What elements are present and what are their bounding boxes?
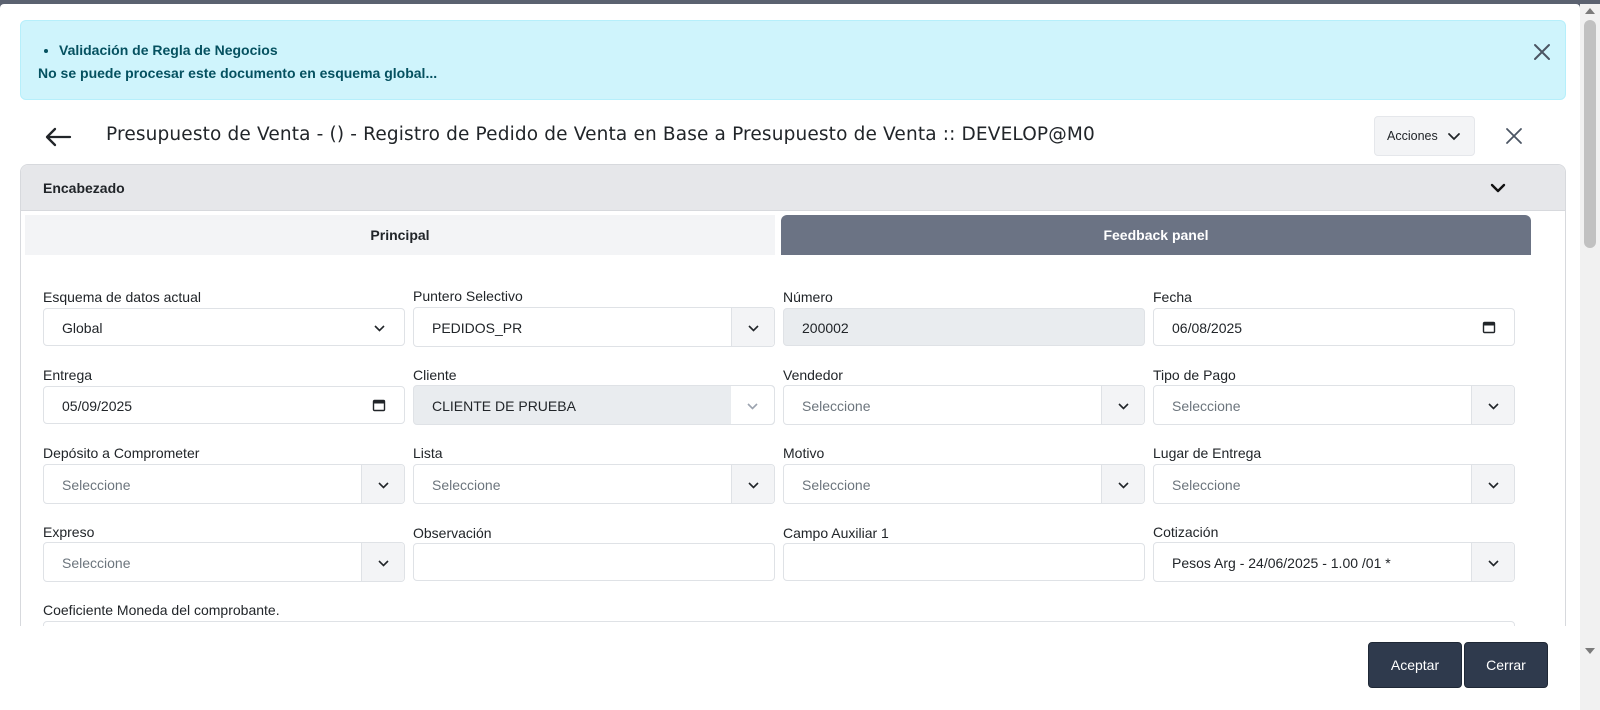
- motivo-label: Motivo: [783, 445, 825, 461]
- cotizacion-value: Pesos Arg - 24/06/2025 - 1.00 /01 *: [1172, 555, 1391, 571]
- calendar-icon[interactable]: [1482, 320, 1496, 334]
- cliente-label: Cliente: [413, 367, 457, 383]
- vendedor-label: Vendedor: [783, 367, 843, 383]
- puntero-value: PEDIDOS_PR: [432, 320, 523, 336]
- page-title: Presupuesto de Venta - () - Registro de …: [106, 124, 1095, 145]
- vendedor-select[interactable]: Seleccione: [783, 385, 1145, 425]
- lugar-entrega-dropdown-toggle[interactable]: [1471, 465, 1514, 503]
- alert-close-icon[interactable]: [1531, 41, 1553, 63]
- numero-value: 200002: [802, 320, 849, 336]
- close-button[interactable]: Cerrar: [1464, 642, 1548, 688]
- campo-auxiliar-label: Campo Auxiliar 1: [783, 525, 889, 541]
- title-row: Presupuesto de Venta - () - Registro de …: [20, 112, 1566, 160]
- back-arrow-icon[interactable]: [44, 126, 74, 148]
- actions-label: Acciones: [1387, 129, 1438, 143]
- close-icon[interactable]: [1504, 126, 1524, 146]
- entrega-label: Entrega: [43, 367, 93, 383]
- lista-placeholder: Seleccione: [432, 477, 501, 493]
- alert-list: Validación de Regla de Negocios: [59, 42, 278, 58]
- chevron-down-icon: [1488, 403, 1499, 410]
- expreso-label: Expreso: [43, 524, 95, 540]
- chevron-down-icon: [1448, 133, 1460, 141]
- puntero-label: Puntero Selectivo: [413, 288, 523, 304]
- validation-alert: Validación de Regla de Negocios No se pu…: [20, 20, 1566, 100]
- cliente-dropdown-toggle[interactable]: [731, 386, 774, 424]
- chevron-down-icon: [748, 325, 759, 332]
- vendedor-dropdown-toggle[interactable]: [1101, 386, 1144, 424]
- numero-input[interactable]: 200002: [783, 308, 1145, 346]
- tipo-pago-select[interactable]: Seleccione: [1153, 385, 1515, 425]
- numero-label: Número: [783, 289, 833, 305]
- actions-dropdown-button[interactable]: Acciones: [1374, 116, 1475, 156]
- expreso-dropdown-toggle[interactable]: [361, 543, 404, 581]
- motivo-dropdown-toggle[interactable]: [1101, 465, 1144, 503]
- chevron-down-icon: [1118, 482, 1129, 489]
- cliente-value: CLIENTE DE PRUEBA: [432, 398, 576, 414]
- fecha-label: Fecha: [1153, 289, 1192, 305]
- tab-feedback-panel[interactable]: Feedback panel: [781, 215, 1531, 255]
- deposito-placeholder: Seleccione: [62, 477, 131, 493]
- accept-button[interactable]: Aceptar: [1368, 642, 1462, 688]
- entrega-date-input[interactable]: 05/09/2025: [43, 386, 405, 424]
- fecha-value: 06/08/2025: [1172, 320, 1243, 336]
- motivo-placeholder: Seleccione: [802, 477, 871, 493]
- esquema-value: Global: [62, 320, 103, 336]
- entrega-value: 05/09/2025: [62, 398, 133, 414]
- chevron-down-icon: [748, 482, 759, 489]
- tipo-pago-dropdown-toggle[interactable]: [1471, 386, 1514, 424]
- chevron-down-icon: [747, 403, 758, 410]
- alert-bullet: Validación de Regla de Negocios: [59, 42, 278, 58]
- deposito-select[interactable]: Seleccione: [43, 464, 405, 504]
- chevron-down-icon: [1488, 482, 1499, 489]
- motivo-select[interactable]: Seleccione: [783, 464, 1145, 504]
- lista-dropdown-toggle[interactable]: [731, 465, 774, 503]
- lista-select[interactable]: Seleccione: [413, 464, 775, 504]
- expreso-placeholder: Seleccione: [62, 555, 131, 571]
- chevron-down-icon[interactable]: [1489, 179, 1507, 197]
- tipo-pago-label: Tipo de Pago: [1153, 367, 1236, 383]
- vertical-scrollbar[interactable]: [1580, 4, 1600, 710]
- alert-message: No se puede procesar este documento en e…: [38, 65, 438, 81]
- campo-auxiliar-input[interactable]: [783, 543, 1145, 581]
- scroll-down-arrow-icon[interactable]: [1585, 648, 1595, 654]
- modal-footer: Aceptar Cerrar: [0, 626, 1580, 710]
- modal-dialog: Validación de Regla de Negocios No se pu…: [0, 4, 1580, 710]
- tipo-pago-placeholder: Seleccione: [1172, 398, 1241, 414]
- chevron-down-icon: [1118, 403, 1129, 410]
- cotizacion-select[interactable]: Pesos Arg - 24/06/2025 - 1.00 /01 *: [1153, 542, 1515, 582]
- lista-label: Lista: [413, 445, 443, 461]
- puntero-select[interactable]: PEDIDOS_PR: [413, 307, 775, 347]
- lugar-entrega-placeholder: Seleccione: [1172, 477, 1241, 493]
- scroll-up-arrow-icon[interactable]: [1585, 8, 1595, 14]
- calendar-icon[interactable]: [372, 398, 386, 412]
- observacion-input[interactable]: [413, 543, 775, 581]
- chevron-down-icon: [378, 482, 389, 489]
- cliente-select[interactable]: CLIENTE DE PRUEBA: [413, 385, 775, 425]
- observacion-label: Observación: [413, 525, 492, 541]
- deposito-dropdown-toggle[interactable]: [361, 465, 404, 503]
- cotizacion-label: Cotización: [1153, 524, 1219, 540]
- header-panel: Encabezado Principal Feedback panel Esqu…: [20, 164, 1566, 634]
- lugar-entrega-label: Lugar de Entrega: [1153, 445, 1262, 461]
- esquema-select[interactable]: Global: [43, 308, 405, 346]
- chevron-down-icon: [1488, 560, 1499, 567]
- esquema-label: Esquema de datos actual: [43, 289, 201, 305]
- panel-header[interactable]: Encabezado: [21, 165, 1565, 211]
- coeficiente-label: Coeficiente Moneda del comprobante.: [43, 602, 280, 618]
- chevron-down-icon: [374, 325, 385, 332]
- vendedor-placeholder: Seleccione: [802, 398, 871, 414]
- deposito-label: Depósito a Comprometer: [43, 445, 200, 461]
- lugar-entrega-select[interactable]: Seleccione: [1153, 464, 1515, 504]
- tab-principal[interactable]: Principal: [25, 215, 775, 255]
- puntero-dropdown-toggle[interactable]: [731, 308, 774, 346]
- chevron-down-icon: [378, 560, 389, 567]
- scrollbar-thumb[interactable]: [1584, 20, 1596, 248]
- expreso-select[interactable]: Seleccione: [43, 542, 405, 582]
- fecha-date-input[interactable]: 06/08/2025: [1153, 308, 1515, 346]
- cotizacion-dropdown-toggle[interactable]: [1471, 543, 1514, 581]
- panel-title: Encabezado: [43, 180, 125, 196]
